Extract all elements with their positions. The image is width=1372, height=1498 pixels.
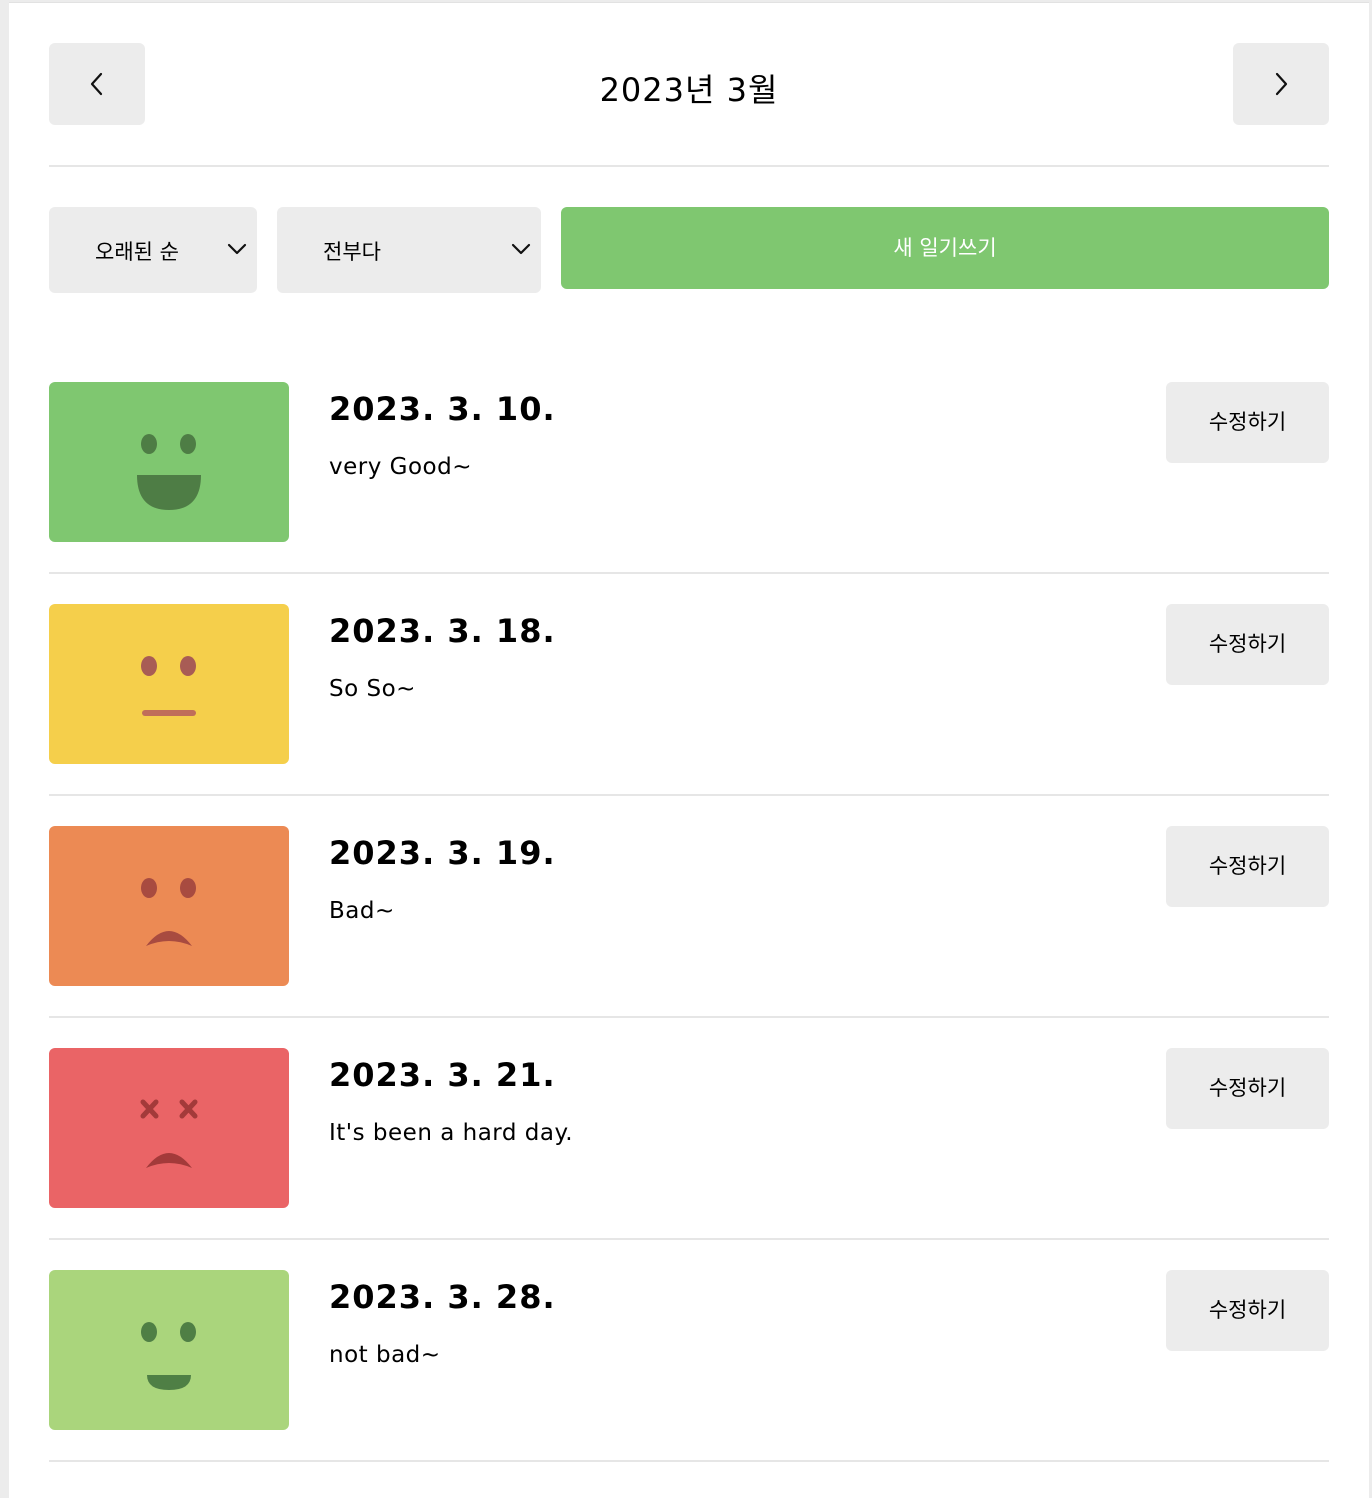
good-face-icon xyxy=(141,1322,196,1390)
diary-content[interactable]: very Good~ xyxy=(329,454,472,480)
emotion-image[interactable] xyxy=(49,604,289,764)
filter-select[interactable]: 전부다 xyxy=(277,207,541,293)
edit-button[interactable]: 수정하기 xyxy=(1166,1048,1329,1129)
sort-select[interactable]: 오래된 순 xyxy=(49,207,257,293)
chevron-down-icon xyxy=(511,243,531,255)
emotion-image[interactable] xyxy=(49,1048,289,1208)
diary-date[interactable]: 2023. 3. 18. xyxy=(329,612,556,650)
edit-button[interactable]: 수정하기 xyxy=(1166,604,1329,685)
item-divider xyxy=(49,1460,1329,1462)
chevron-right-icon xyxy=(1275,72,1288,96)
item-divider xyxy=(49,1016,1329,1018)
item-divider xyxy=(49,794,1329,796)
month-header: 2023년 3월 xyxy=(49,43,1329,125)
chevron-down-icon xyxy=(227,243,247,255)
list-item: 2023. 3. 10. very Good~ 수정하기 xyxy=(49,382,1329,604)
diary-content[interactable]: Bad~ xyxy=(329,898,395,924)
emotion-image[interactable] xyxy=(49,1270,289,1430)
list-item: 2023. 3. 28. not bad~ 수정하기 xyxy=(49,1270,1329,1492)
edit-button[interactable]: 수정하기 xyxy=(1166,826,1329,907)
item-divider xyxy=(49,572,1329,574)
very-good-face-icon xyxy=(137,434,201,510)
terrible-face-icon xyxy=(140,1099,198,1168)
list-item: 2023. 3. 21. It's been a hard day. 수정하기 xyxy=(49,1048,1329,1270)
header-divider xyxy=(49,165,1329,167)
filter-select-value: 전부다 xyxy=(323,240,381,264)
app-container: 2023년 3월 오래된 순 전부다 새 일기쓰기 2023. 3. 10. v… xyxy=(9,2,1369,1498)
diary-content[interactable]: So So~ xyxy=(329,676,416,702)
item-divider xyxy=(49,1238,1329,1240)
so-so-face-icon xyxy=(141,656,196,716)
sort-select-value: 오래된 순 xyxy=(95,240,179,264)
diary-date[interactable]: 2023. 3. 19. xyxy=(329,834,556,872)
diary-date[interactable]: 2023. 3. 21. xyxy=(329,1056,556,1094)
page-title: 2023년 3월 xyxy=(599,71,779,109)
edit-button[interactable]: 수정하기 xyxy=(1166,1270,1329,1351)
diary-content[interactable]: It's been a hard day. xyxy=(329,1120,573,1146)
next-month-button[interactable] xyxy=(1233,43,1329,125)
menu-bar: 오래된 순 전부다 새 일기쓰기 xyxy=(49,207,1329,293)
diary-date[interactable]: 2023. 3. 28. xyxy=(329,1278,556,1316)
list-item: 2023. 3. 19. Bad~ 수정하기 xyxy=(49,826,1329,1048)
list-item: 2023. 3. 18. So So~ 수정하기 xyxy=(49,604,1329,826)
edit-button[interactable]: 수정하기 xyxy=(1166,382,1329,463)
emotion-image[interactable] xyxy=(49,826,289,986)
bad-face-icon xyxy=(141,878,196,946)
diary-date[interactable]: 2023. 3. 10. xyxy=(329,390,556,428)
emotion-image[interactable] xyxy=(49,382,289,542)
new-diary-button[interactable]: 새 일기쓰기 xyxy=(561,207,1329,289)
diary-content[interactable]: not bad~ xyxy=(329,1342,441,1368)
